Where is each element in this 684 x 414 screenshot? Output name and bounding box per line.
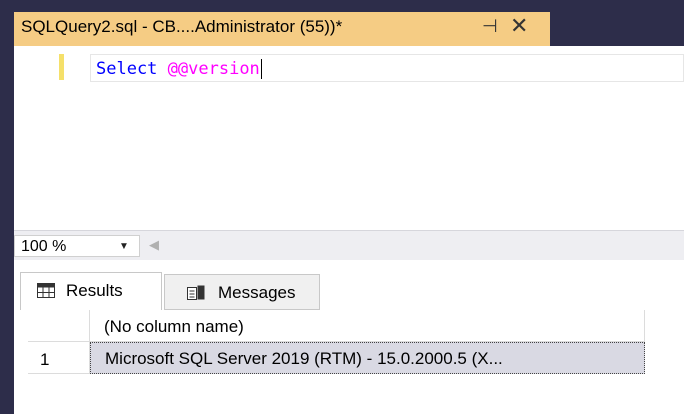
tab-results-label: Results	[66, 281, 123, 300]
row-number: 1	[40, 350, 50, 369]
scroll-left-icon[interactable]: ◀	[149, 237, 159, 253]
text-caret	[260, 59, 262, 79]
query-editor[interactable]: Select @@version	[14, 46, 684, 230]
row-header[interactable]: 1	[28, 342, 90, 374]
column-header-label: (No column name)	[104, 317, 244, 336]
tab-results[interactable]: Results	[20, 272, 162, 310]
window-frame-left	[0, 46, 14, 414]
document-tab-strip: SQLQuery2.sql - CB....Administrator (55)…	[0, 0, 684, 46]
tab-title: SQLQuery2.sql - CB....Administrator (55)…	[21, 17, 343, 36]
chevron-down-icon[interactable]: ▼	[119, 241, 129, 252]
zoom-value: 100 %	[21, 238, 67, 255]
change-indicator	[59, 54, 64, 80]
code-line[interactable]: Select @@version	[96, 59, 262, 79]
close-icon[interactable]: ✕	[510, 13, 528, 39]
tab-messages[interactable]: Messages	[164, 274, 320, 310]
sql-system-variable: @@version	[167, 59, 260, 79]
table-cell[interactable]: Microsoft SQL Server 2019 (RTM) - 15.0.2…	[90, 342, 645, 374]
column-header[interactable]: (No column name)	[90, 310, 645, 342]
sql-keyword: Select	[96, 59, 158, 79]
cell-value: Microsoft SQL Server 2019 (RTM) - 15.0.2…	[105, 349, 503, 368]
zoom-bar: 100 % ▼ ◀	[14, 230, 684, 261]
results-pane: Results Messages (No column name) 1 Micr…	[14, 260, 684, 414]
zoom-dropdown[interactable]: 100 % ▼	[14, 235, 140, 257]
grid-icon	[37, 283, 55, 298]
grid-corner-cell[interactable]	[28, 310, 90, 342]
results-grid[interactable]: (No column name) 1 Microsoft SQL Server …	[28, 310, 645, 404]
pin-icon[interactable]: ⊣	[482, 16, 498, 37]
tab-messages-label: Messages	[218, 283, 296, 302]
query-document-tab[interactable]: SQLQuery2.sql - CB....Administrator (55)…	[14, 12, 550, 46]
messages-icon	[187, 285, 205, 300]
